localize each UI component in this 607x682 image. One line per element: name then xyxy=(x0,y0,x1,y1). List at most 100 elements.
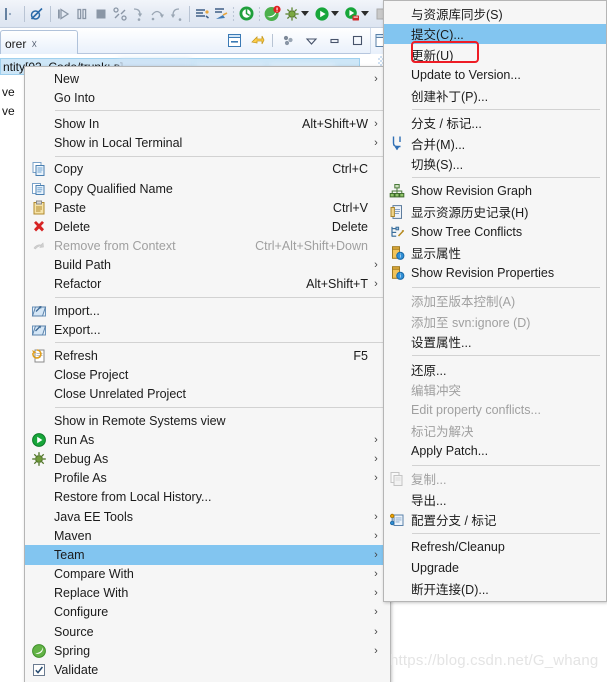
menu-item-29[interactable]: Compare With › xyxy=(25,565,390,584)
team-menu-item-8[interactable]: 切换(S)... xyxy=(384,154,606,175)
separator xyxy=(23,5,25,22)
minimize-bar-icon[interactable] xyxy=(326,32,342,48)
open-type-icon[interactable] xyxy=(212,4,229,24)
tree-row[interactable]: ve xyxy=(2,85,15,99)
team-menu-item-20[interactable]: 还原... xyxy=(384,359,606,380)
team-submenu[interactable]: 与资源库同步(S) 提交(C)... 更新(U) Update to Version.… xyxy=(383,0,607,602)
menu-item-12[interactable]: Refactor Alt+Shift+T › xyxy=(25,275,390,294)
menu-separator xyxy=(55,407,384,408)
menu-item-21[interactable]: Show in Remote Systems view xyxy=(25,411,390,430)
team-menu-item-0[interactable]: 与资源库同步(S) xyxy=(384,3,606,24)
terminate-icon[interactable] xyxy=(92,4,109,24)
team-menu-item-30[interactable]: Refresh/Cleanup xyxy=(384,537,606,558)
menu-item-8[interactable]: Paste Ctrl+V xyxy=(25,198,390,217)
team-menu-item-18[interactable]: 设置属性... xyxy=(384,332,606,353)
copy-icon xyxy=(25,161,53,177)
team-menu-item-3[interactable]: Update to Version... xyxy=(384,65,606,86)
menu-item-4[interactable]: Show in Local Terminal › xyxy=(25,134,390,153)
no-icon xyxy=(25,566,53,582)
team-menu-item-14[interactable]: i Show Revision Properties xyxy=(384,263,606,284)
step-into-icon[interactable] xyxy=(130,4,147,24)
team-menu-item-17[interactable]: 添加至 svn:ignore (D) xyxy=(384,311,606,332)
no-icon xyxy=(384,361,410,377)
team-menu-item-26[interactable]: 复制... xyxy=(384,469,606,490)
tab-project-explorer[interactable]: orer ☓ xyxy=(0,30,78,54)
menu-item-label: Java EE Tools xyxy=(54,509,133,524)
team-menu-item-28[interactable]: 配置分支 / 标记 xyxy=(384,510,606,531)
debug-step-icon[interactable] xyxy=(3,4,20,24)
step-return-icon[interactable] xyxy=(168,4,185,24)
menu-item-14[interactable]: Import... xyxy=(25,301,390,320)
run-dropdown-arrow[interactable] xyxy=(331,11,340,16)
copy-svn-icon xyxy=(384,471,410,487)
maximize-icon[interactable] xyxy=(349,32,365,48)
disconnect-icon[interactable] xyxy=(111,4,128,24)
tree-row[interactable]: ve xyxy=(2,104,15,118)
debug-dropdown-arrow[interactable] xyxy=(301,11,310,16)
close-icon[interactable]: ☓ xyxy=(31,38,37,51)
server-green-icon[interactable] xyxy=(238,4,255,24)
menu-item-30[interactable]: Replace With › xyxy=(25,584,390,603)
suspend-icon[interactable] xyxy=(73,4,90,24)
team-menu-item-2[interactable]: 更新(U) xyxy=(384,44,606,65)
toolbar-drag-handle[interactable] xyxy=(232,5,235,22)
menu-item-9[interactable]: Delete Delete xyxy=(25,217,390,236)
menu-item-33[interactable]: Spring › xyxy=(25,641,390,660)
menu-item-19[interactable]: Close Unrelated Project xyxy=(25,385,390,404)
menu-item-26[interactable]: Java EE Tools › xyxy=(25,507,390,526)
team-menu-item-7[interactable]: 合并(M)... xyxy=(384,133,606,154)
view-menu-icon[interactable] xyxy=(280,32,296,48)
menu-item-32[interactable]: Source › xyxy=(25,622,390,641)
menu-item-25[interactable]: Restore from Local History... xyxy=(25,488,390,507)
team-menu-item-23[interactable]: 标记为解决 xyxy=(384,421,606,442)
menu-item-18[interactable]: Close Project xyxy=(25,366,390,385)
menu-item-34[interactable]: Validate xyxy=(25,660,390,679)
menu-item-27[interactable]: Maven › xyxy=(25,526,390,545)
no-icon xyxy=(25,585,53,601)
step-over-icon[interactable] xyxy=(149,4,166,24)
run-icon[interactable] xyxy=(313,4,330,24)
run-server-dropdown-arrow[interactable] xyxy=(361,11,370,16)
menu-item-17[interactable]: Refresh F5 xyxy=(25,346,390,365)
menu-item-0[interactable]: New › xyxy=(25,69,390,88)
menu-item-28[interactable]: Team › xyxy=(25,545,390,565)
run-server-icon[interactable] xyxy=(343,4,360,24)
svg-text:i: i xyxy=(400,274,401,280)
team-menu-item-12[interactable]: Show Tree Conflicts xyxy=(384,222,606,243)
menu-item-10[interactable]: Remove from Context Ctrl+Alt+Shift+Down xyxy=(25,237,390,256)
team-menu-item-11[interactable]: 显示资源历史记录(H) xyxy=(384,202,606,223)
skip-breakpoints-icon[interactable] xyxy=(29,4,46,24)
link-with-editor-icon[interactable] xyxy=(249,32,265,48)
debug-bug-icon[interactable] xyxy=(283,4,300,24)
view-tabstrip: orer ☓ xyxy=(0,28,391,54)
team-menu-item-32[interactable]: 断开连接(D)... xyxy=(384,578,606,599)
menu-item-22[interactable]: Run As › xyxy=(25,430,390,449)
menu-item-6[interactable]: Copy Ctrl+C xyxy=(25,160,390,179)
context-menu[interactable]: New › Go Into Show In Alt+Shift+W › Show in Lo… xyxy=(24,66,391,682)
team-menu-item-4[interactable]: 创建补丁(P)... xyxy=(384,85,606,106)
team-menu-item-22[interactable]: Edit property conflicts... xyxy=(384,400,606,421)
team-menu-item-27[interactable]: 导出... xyxy=(384,489,606,510)
menu-item-7[interactable]: Copy Qualified Name xyxy=(25,179,390,198)
menu-item-31[interactable]: Configure › xyxy=(25,603,390,622)
menu-item-23[interactable]: Debug As › xyxy=(25,449,390,468)
minimize-icon[interactable] xyxy=(303,32,319,48)
toolbar-drag-handle[interactable] xyxy=(257,5,261,22)
collapse-all-icon[interactable] xyxy=(226,32,242,48)
menu-item-3[interactable]: Show In Alt+Shift+W › xyxy=(25,114,390,133)
menu-item-11[interactable]: Build Path › xyxy=(25,256,390,275)
team-menu-item-6[interactable]: 分支 / 标记... xyxy=(384,113,606,134)
team-menu-item-1[interactable]: 提交(C)... xyxy=(384,23,606,44)
menu-item-1[interactable]: Go Into xyxy=(25,88,390,107)
team-menu-item-24[interactable]: Apply Patch... xyxy=(384,441,606,462)
team-menu-item-10[interactable]: Show Revision Graph xyxy=(384,181,606,202)
team-menu-item-16[interactable]: 添加至版本控制(A) xyxy=(384,291,606,312)
new-wizard-icon[interactable] xyxy=(194,4,211,24)
menu-item-15[interactable]: Export... xyxy=(25,320,390,339)
menu-item-24[interactable]: Profile As › xyxy=(25,469,390,488)
resume-icon[interactable] xyxy=(54,4,71,24)
spring-boot-icon[interactable] xyxy=(263,4,281,24)
team-menu-item-31[interactable]: Upgrade xyxy=(384,558,606,579)
team-menu-item-21[interactable]: 编辑冲突 xyxy=(384,380,606,401)
team-menu-item-13[interactable]: i 显示属性 xyxy=(384,243,606,264)
